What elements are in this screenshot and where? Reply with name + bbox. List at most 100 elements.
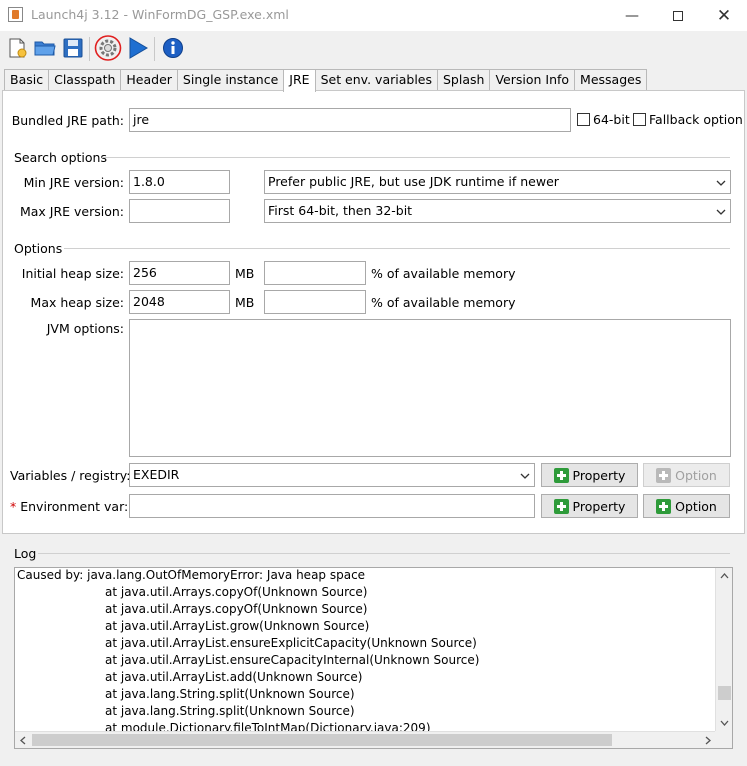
close-button[interactable]: ✕ bbox=[701, 0, 747, 31]
maximize-icon bbox=[673, 10, 683, 21]
scroll-corner bbox=[715, 731, 732, 748]
log-horizontal-scrollbar[interactable] bbox=[15, 731, 717, 748]
jdk-preference-value: Prefer public JRE, but use JDK runtime i… bbox=[268, 174, 559, 189]
log-line: at java.util.ArrayList.ensureExplicitCap… bbox=[105, 636, 477, 650]
chevron-down-icon bbox=[520, 473, 530, 479]
runtime-bits-value: First 64-bit, then 32-bit bbox=[268, 203, 413, 218]
log-line: at java.util.ArrayList.grow(Unknown Sour… bbox=[105, 619, 370, 633]
log-line: Caused by: java.lang.OutOfMemoryError: J… bbox=[17, 568, 366, 582]
64bit-checkbox[interactable] bbox=[577, 113, 590, 126]
save-config-button[interactable] bbox=[59, 34, 87, 62]
bundled-jre-path-input[interactable]: jre bbox=[129, 108, 571, 132]
environment-var-label: * Environment var: bbox=[10, 499, 128, 514]
log-heading: Log bbox=[14, 546, 37, 561]
open-config-button[interactable] bbox=[31, 34, 59, 62]
add-icon bbox=[656, 498, 672, 514]
tab-header[interactable]: Header bbox=[120, 69, 178, 91]
max-heap-percent-label: % of available memory bbox=[371, 295, 516, 310]
log-output[interactable]: Caused by: java.lang.OutOfMemoryError: J… bbox=[14, 567, 733, 749]
log-horizontal-scroll-thumb[interactable] bbox=[32, 734, 612, 746]
tab-single-instance[interactable]: Single instance bbox=[176, 69, 285, 91]
close-icon: ✕ bbox=[716, 5, 732, 26]
add-option-label: Option bbox=[675, 467, 717, 483]
log-line: at java.lang.String.split(Unknown Source… bbox=[105, 704, 355, 718]
variables-registry-select[interactable]: EXEDIR bbox=[129, 463, 535, 487]
tab-classpath[interactable]: Classpath bbox=[48, 69, 122, 91]
section-divider bbox=[38, 553, 730, 554]
tab-splash[interactable]: Splash bbox=[437, 69, 491, 91]
add-icon bbox=[553, 498, 569, 514]
fallback-option-label: Fallback option bbox=[649, 112, 743, 127]
add-property-button[interactable]: Property bbox=[541, 463, 638, 487]
options-heading: Options bbox=[14, 241, 63, 256]
log-line: at java.lang.String.split(Unknown Source… bbox=[105, 687, 355, 701]
scroll-up-icon[interactable] bbox=[720, 572, 729, 579]
max-heap-unit: MB bbox=[235, 295, 255, 310]
add-icon bbox=[553, 467, 569, 483]
runtime-bits-select[interactable]: First 64-bit, then 32-bit bbox=[264, 199, 731, 223]
jdk-preference-select[interactable]: Prefer public JRE, but use JDK runtime i… bbox=[264, 170, 731, 194]
tab-version-info[interactable]: Version Info bbox=[489, 69, 576, 91]
initial-heap-unit: MB bbox=[235, 266, 255, 281]
chevron-down-icon bbox=[716, 180, 726, 186]
env-add-property-button[interactable]: Property bbox=[541, 494, 638, 518]
minimize-icon: — bbox=[625, 7, 639, 24]
env-add-option-label: Option bbox=[675, 498, 717, 514]
scroll-down-icon[interactable] bbox=[720, 720, 729, 727]
env-add-option-button[interactable]: Option bbox=[643, 494, 730, 518]
environment-var-input[interactable] bbox=[129, 494, 535, 518]
log-line: at java.util.ArrayList.add(Unknown Sourc… bbox=[105, 670, 363, 684]
toolbar bbox=[0, 31, 747, 67]
log-vertical-scroll-thumb[interactable] bbox=[718, 686, 731, 700]
environment-var-label-text: Environment var: bbox=[20, 499, 129, 514]
about-button[interactable] bbox=[159, 34, 187, 62]
max-jre-version-label: Max JRE version: bbox=[19, 204, 124, 219]
open-folder-icon bbox=[34, 41, 56, 56]
build-wrapper-button[interactable] bbox=[94, 34, 122, 62]
about-info-icon bbox=[163, 38, 183, 58]
initial-heap-size-label: Initial heap size: bbox=[21, 266, 124, 281]
initial-heap-percent-label: % of available memory bbox=[371, 266, 516, 281]
bundled-jre-path-label: Bundled JRE path: bbox=[11, 113, 124, 128]
tab-bar: Basic Classpath Header Single instance J… bbox=[4, 69, 648, 92]
run-wrapper-button[interactable] bbox=[124, 34, 152, 62]
section-divider bbox=[64, 248, 730, 249]
variables-registry-value: EXEDIR bbox=[133, 467, 180, 482]
min-jre-version-input[interactable]: 1.8.0 bbox=[129, 170, 230, 194]
toolbar-separator bbox=[154, 37, 155, 61]
add-option-button-disabled[interactable]: Option bbox=[643, 463, 730, 487]
title-bar: Launch4j 3.12 - WinFormDG_GSP.exe.xml — … bbox=[0, 0, 747, 31]
new-config-button[interactable] bbox=[3, 34, 31, 62]
jvm-options-label: JVM options: bbox=[46, 321, 124, 336]
max-heap-size-label: Max heap size: bbox=[30, 295, 124, 310]
jvm-options-textarea[interactable] bbox=[129, 319, 731, 457]
initial-heap-percent-input[interactable] bbox=[264, 261, 366, 285]
tab-set-env-variables[interactable]: Set env. variables bbox=[314, 69, 438, 91]
scroll-right-icon[interactable] bbox=[705, 736, 712, 745]
section-divider bbox=[102, 157, 730, 158]
window-title: Launch4j 3.12 - WinFormDG_GSP.exe.xml bbox=[31, 7, 289, 22]
variables-registry-label: Variables / registry: bbox=[10, 468, 131, 483]
scroll-left-icon[interactable] bbox=[19, 736, 26, 745]
search-options-heading: Search options bbox=[14, 150, 107, 165]
chevron-down-icon bbox=[716, 209, 726, 215]
log-line: at java.util.Arrays.copyOf(Unknown Sourc… bbox=[105, 602, 368, 616]
maximize-button[interactable] bbox=[655, 0, 701, 31]
new-file-icon bbox=[9, 38, 27, 58]
log-vertical-scrollbar[interactable] bbox=[715, 568, 732, 732]
tab-jre[interactable]: JRE bbox=[283, 69, 316, 92]
min-jre-version-label: Min JRE version: bbox=[23, 175, 124, 190]
toolbar-separator bbox=[89, 37, 90, 61]
max-heap-percent-input[interactable] bbox=[264, 290, 366, 314]
minimize-button[interactable]: — bbox=[609, 0, 655, 31]
tab-basic[interactable]: Basic bbox=[4, 69, 50, 91]
add-icon bbox=[656, 467, 672, 483]
log-line: at java.util.ArrayList.ensureCapacityInt… bbox=[105, 653, 480, 667]
max-jre-version-input[interactable] bbox=[129, 199, 230, 223]
initial-heap-size-input[interactable]: 256 bbox=[129, 261, 230, 285]
tab-messages[interactable]: Messages bbox=[574, 69, 648, 91]
add-property-label: Property bbox=[572, 467, 626, 483]
build-gear-icon bbox=[94, 35, 122, 61]
max-heap-size-input[interactable]: 2048 bbox=[129, 290, 230, 314]
fallback-option-checkbox[interactable] bbox=[633, 113, 646, 126]
